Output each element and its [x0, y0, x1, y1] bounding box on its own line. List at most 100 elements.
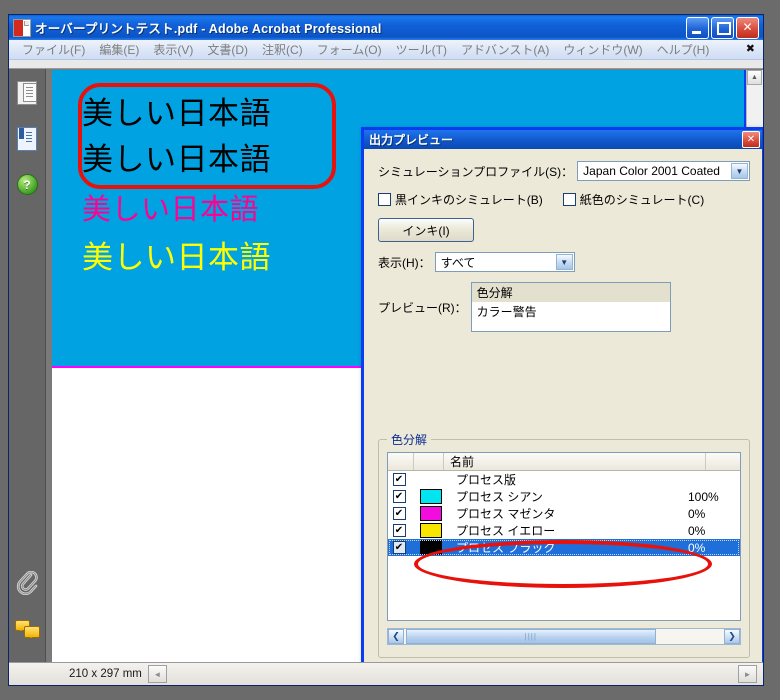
row-checkbox[interactable]	[392, 490, 406, 503]
separations-list-header: 名前	[388, 453, 740, 471]
table-row[interactable]: プロセス イエロー 0%	[388, 522, 740, 539]
pages-icon[interactable]	[14, 79, 40, 105]
preview-listbox[interactable]: 色分解 カラー警告	[470, 282, 671, 332]
separations-group-title: 色分解	[387, 431, 432, 448]
display-select[interactable]: すべて ▼	[434, 252, 575, 272]
dialog-title: 出力プレビュー	[369, 133, 454, 147]
document-text-line-4: 美しい日本語	[82, 240, 271, 276]
separations-group: 色分解 名前 プロセス版	[378, 431, 750, 658]
window-titlebar: オーバープリントテスト.pdf - Adobe Acrobat Professi…	[9, 15, 763, 40]
next-page-button[interactable]: ►	[738, 665, 757, 683]
preview-option-separations[interactable]: 色分解	[471, 283, 670, 302]
row-name: プロセス イエロー	[456, 524, 556, 538]
close-button[interactable]	[736, 16, 759, 39]
chevron-down-icon[interactable]: ▼	[555, 254, 573, 270]
output-preview-dialog: 出力プレビュー ✕ シミュレーションプロファイル(S)： Japan Color…	[361, 127, 763, 662]
simulation-profile-row: シミュレーションプロファイル(S)： Japan Color 2001 Coat…	[378, 161, 750, 181]
simulation-checkbox-row: 黒インキのシミュレート(B) 紙色のシミュレート(C)	[378, 191, 750, 208]
menu-document[interactable]: 文書(D)	[200, 40, 255, 59]
window-title: オーバープリントテスト.pdf - Adobe Acrobat Professi…	[35, 22, 382, 36]
simulation-profile-select[interactable]: Japan Color 2001 Coated ▼	[577, 161, 750, 181]
simulation-profile-label: シミュレーションプロファイル(S)：	[378, 164, 574, 179]
comments-icon[interactable]	[14, 616, 40, 642]
column-header-name[interactable]: 名前	[444, 453, 706, 470]
bookmarks-icon[interactable]	[14, 125, 40, 151]
statusbar-right: ►	[738, 665, 757, 683]
row-swatch	[420, 540, 442, 555]
workspace: ? 美しい日本語 美しい日本語 美しい日本語 美しい日本語 ▲ 出力プレビュー …	[9, 69, 763, 662]
menu-view[interactable]: 表示(V)	[146, 40, 200, 59]
chevron-down-icon[interactable]: ▼	[731, 163, 748, 179]
simulate-paper-color-label: 紙色のシミュレート(C)	[579, 193, 705, 207]
separations-horizontal-scrollbar[interactable]: ❮ |||| ❯	[387, 628, 741, 645]
row-swatch	[420, 489, 442, 504]
separations-list[interactable]: 名前 プロセス版 プロセス シアン	[387, 452, 741, 621]
table-row[interactable]: プロセス シアン 100%	[388, 488, 740, 505]
preview-label: プレビュー(R)：	[378, 300, 467, 315]
attachments-icon[interactable]	[14, 570, 40, 596]
menu-tools[interactable]: ツール(T)	[389, 40, 454, 59]
help-icon-label: ?	[16, 174, 38, 195]
scroll-left-icon[interactable]: ❮	[388, 629, 404, 644]
menu-window[interactable]: ウィンドウ(W)	[556, 40, 649, 59]
row-percent: 0%	[688, 523, 706, 538]
row-name: プロセス シアン	[456, 490, 543, 504]
row-checkbox[interactable]	[392, 473, 406, 486]
scrollbar-track[interactable]: ||||	[404, 629, 724, 644]
scroll-up-icon[interactable]: ▲	[747, 70, 762, 85]
ink-button-row: インキ(I)	[378, 218, 750, 242]
dialog-titlebar: 出力プレビュー ✕	[364, 130, 762, 149]
dialog-body: シミュレーションプロファイル(S)： Japan Color 2001 Coat…	[364, 149, 762, 662]
table-row[interactable]: プロセス マゼンタ 0%	[388, 505, 740, 522]
row-swatch	[420, 523, 442, 538]
preview-option-color-warnings[interactable]: カラー警告	[472, 302, 670, 321]
row-name: プロセス版	[456, 473, 517, 487]
toolbar-strip	[9, 60, 763, 69]
table-row-selected[interactable]: プロセス ブラック 0%	[388, 539, 740, 556]
preview-row: プレビュー(R)： 色分解 カラー警告	[378, 282, 750, 332]
previous-page-button[interactable]: ◄	[147, 665, 167, 683]
dialog-close-button[interactable]: ✕	[742, 131, 760, 148]
row-checkbox[interactable]	[392, 541, 406, 554]
navigation-pane: ?	[9, 69, 46, 662]
column-header-swatch	[414, 453, 444, 470]
simulate-black-ink-checkbox[interactable]	[378, 193, 391, 206]
maximize-button[interactable]	[711, 16, 734, 39]
display-value: すべて	[440, 255, 476, 270]
menubar: ファイル(F) 編集(E) 表示(V) 文書(D) 注釈(C) フォーム(O) …	[9, 40, 763, 60]
page-size-text: 210 x 297 mm	[69, 668, 142, 680]
toolbar-close-icon[interactable]: ✖	[746, 42, 755, 55]
row-name: プロセス ブラック	[456, 541, 556, 555]
menu-file[interactable]: ファイル(F)	[15, 40, 92, 59]
minimize-button[interactable]	[686, 16, 709, 39]
column-header-value	[706, 453, 740, 470]
menu-help[interactable]: ヘルプ(H)	[650, 40, 717, 59]
row-checkbox[interactable]	[392, 524, 406, 537]
simulation-profile-value: Japan Color 2001 Coated	[583, 164, 720, 178]
menu-forms[interactable]: フォーム(O)	[310, 40, 389, 59]
acrobat-pdf-icon	[13, 18, 31, 37]
row-percent: 0%	[688, 540, 706, 555]
row-percent: 0%	[688, 506, 706, 521]
menu-edit[interactable]: 編集(E)	[92, 40, 146, 59]
display-row: 表示(H)： すべて ▼	[378, 252, 750, 272]
ink-button[interactable]: インキ(I)	[378, 218, 474, 242]
simulate-paper-color-checkbox[interactable]	[562, 193, 576, 206]
window-controls	[686, 16, 761, 39]
document-text-line-3: 美しい日本語	[82, 192, 260, 226]
display-label: 表示(H)：	[378, 255, 431, 270]
help-icon[interactable]: ?	[14, 171, 40, 197]
row-checkbox[interactable]	[392, 507, 406, 520]
row-percent: 100%	[688, 489, 719, 504]
row-name: プロセス マゼンタ	[456, 507, 556, 521]
acrobat-window: オーバープリントテスト.pdf - Adobe Acrobat Professi…	[8, 14, 764, 686]
menu-comment[interactable]: 注釈(C)	[255, 40, 310, 59]
table-row[interactable]: プロセス版	[388, 471, 740, 488]
menu-advanced[interactable]: アドバンスト(A)	[454, 40, 556, 59]
column-header-checkbox	[388, 453, 414, 470]
scrollbar-thumb[interactable]: ||||	[406, 629, 656, 644]
simulate-black-ink-label: 黒インキのシミュレート(B)	[395, 193, 543, 207]
annotation-rectangle	[78, 83, 336, 189]
scroll-right-icon[interactable]: ❯	[724, 629, 740, 644]
row-swatch	[420, 506, 442, 521]
